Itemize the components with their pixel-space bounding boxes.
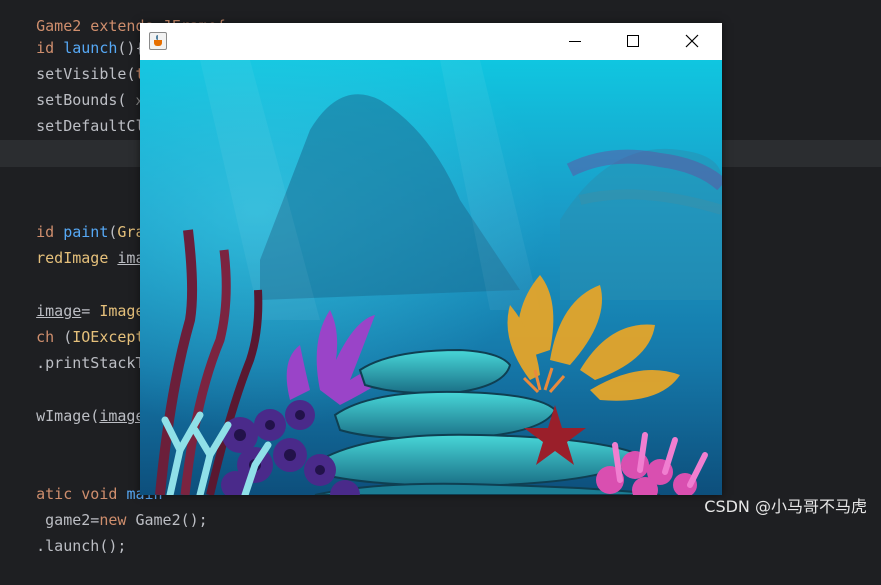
code-text: (); <box>180 511 208 529</box>
code-line: ch (IOExceptio <box>0 298 162 346</box>
code-line: .printStackTra <box>0 324 162 372</box>
game-window[interactable] <box>140 23 722 495</box>
code-text: wImage( <box>36 407 100 425</box>
underwater-background-image <box>140 60 722 495</box>
minimize-button[interactable] <box>545 23 603 60</box>
close-icon <box>685 34 699 48</box>
code-line: atic void main <box>0 455 162 503</box>
watermark-text: CSDN @小马哥不马虎 <box>704 497 867 516</box>
code-text: Game2 <box>135 511 181 529</box>
window-titlebar[interactable] <box>140 23 722 60</box>
code-line: .launch(); <box>0 507 126 555</box>
close-button[interactable] <box>661 23 722 60</box>
code-text: redImage <box>36 249 118 267</box>
maximize-button[interactable] <box>603 23 661 60</box>
code-line: id launch(){ <box>0 9 144 57</box>
code-line: redImage image <box>0 219 162 267</box>
code-line: id paint(Graph <box>0 193 162 241</box>
code-line: wImage(image, <box>0 377 163 425</box>
maximize-icon <box>627 35 639 47</box>
minimize-icon <box>569 41 581 42</box>
code-text: .launch(); <box>36 537 127 555</box>
code-line: setVisible(tru <box>0 35 162 83</box>
code-text: image <box>99 407 145 425</box>
code-line: setDefaultClos <box>0 87 162 135</box>
java-cup-icon <box>149 32 167 50</box>
game-canvas[interactable] <box>140 60 722 495</box>
